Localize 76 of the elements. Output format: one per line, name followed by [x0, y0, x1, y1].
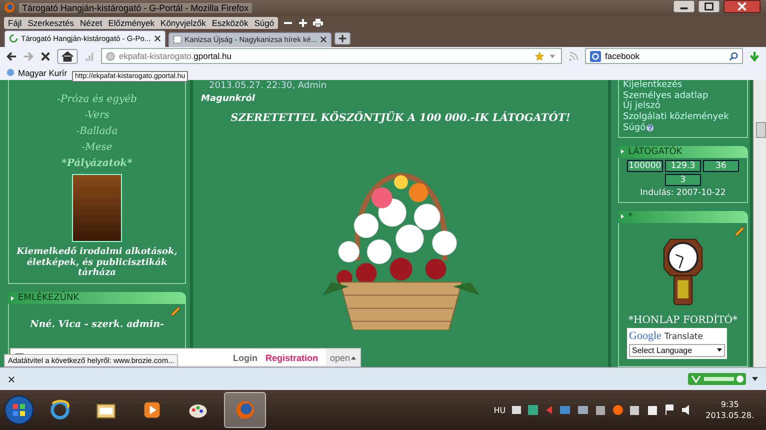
clock-date[interactable]: 2013.05.28.: [706, 411, 754, 420]
signal-bars-icon: [84, 50, 95, 62]
start-date-text: Indulás: 2007-10-22: [640, 188, 726, 198]
visitor-counter: 129.3: [665, 160, 701, 172]
menu-item[interactable]: Előzmények: [108, 18, 155, 28]
bookmark-link[interactable]: Magyar Kurír: [6, 68, 68, 78]
pencil-icon[interactable]: [734, 226, 745, 237]
caption-text: Kiemelkedő irodalmi alkotások, életképek, és publicisztikák tárháza: [16, 246, 178, 280]
translator-heading: *HONLAP FORDÍTÓ*: [628, 314, 738, 326]
article-title: Magunkról: [201, 94, 256, 104]
box-title: *: [628, 212, 632, 222]
menu-item[interactable]: Fájl: [8, 18, 22, 28]
new-tab-icon[interactable]: [334, 32, 352, 45]
search-field[interactable]: facebook: [585, 48, 743, 64]
user-menu-link[interactable]: Új jelszó: [623, 101, 743, 112]
post-meta: 2013.05.27. 22:30, Admin: [208, 80, 328, 91]
language-select[interactable]: Select Language: [629, 344, 725, 357]
open-button[interactable]: open: [326, 349, 360, 366]
globe-icon: [106, 52, 115, 61]
headline-text: SZERETETTEL KÖSZÖNTJÜK A 100 000.-IK LÁTOGATÓT!: [230, 112, 570, 124]
translate-label: Translate: [664, 332, 703, 342]
pencil-icon[interactable]: [170, 306, 181, 318]
close-icon[interactable]: [8, 376, 15, 383]
system-tray-icons[interactable]: [512, 404, 692, 416]
google-logo: Google: [629, 330, 662, 342]
visitor-counter: 100000: [627, 160, 663, 172]
scrollbar[interactable]: [753, 80, 766, 368]
menu-item[interactable]: Súgó: [254, 18, 274, 28]
box-title: LÁTOGATÓK: [628, 146, 682, 157]
memorial-text: Nné. Vica - szerk. admin-: [30, 319, 164, 330]
start-button-icon[interactable]: [4, 395, 34, 426]
search-icon[interactable]: [729, 52, 738, 61]
browser-e-icon: [49, 399, 71, 422]
zoom-in-icon[interactable]: [298, 18, 308, 28]
google-g-icon: [590, 50, 601, 62]
minimize-icon[interactable]: [672, 0, 696, 13]
print-icon[interactable]: [313, 18, 324, 28]
visitor-counter: 3: [665, 174, 701, 186]
stop-icon[interactable]: [40, 50, 51, 62]
address-bar[interactable]: ekpafat-kistarogato.gportal.hu: [101, 48, 562, 64]
user-menu-link[interactable]: Súgó: [623, 123, 743, 134]
menu-item[interactable]: Eszközök: [212, 18, 248, 28]
close-icon[interactable]: [320, 36, 328, 44]
firefox-icon: [234, 399, 256, 422]
pendulum-clock-icon: [663, 236, 703, 307]
menu-item[interactable]: Szerkesztés: [28, 18, 74, 28]
window-title: Tárogató Hangján-kistárogató - G-Portál - Mozilla Firefox: [19, 2, 252, 13]
triangle-icon: [621, 149, 624, 154]
visitor-counter: 36: [703, 160, 739, 172]
security-badge-icon[interactable]: [688, 373, 746, 386]
globe-icon: [6, 68, 15, 78]
book-cover-image: [72, 174, 122, 242]
back-arrow-icon[interactable]: [6, 50, 17, 62]
login-link[interactable]: Login: [232, 352, 258, 363]
download-arrow-icon[interactable]: [749, 50, 760, 62]
dropdown-arrow-icon[interactable]: [752, 377, 758, 382]
user-menu-link[interactable]: Személyes adatlap: [623, 90, 743, 102]
star-icon[interactable]: [535, 52, 544, 61]
maximize-icon[interactable]: [697, 0, 721, 13]
triangle-icon: [621, 214, 624, 220]
user-menu-link[interactable]: Szolgálati közlemények: [623, 112, 743, 124]
caret-icon: [717, 348, 722, 352]
clock-time[interactable]: 9:35: [720, 400, 739, 410]
language-indicator[interactable]: HU: [494, 406, 506, 415]
help-icon: [646, 124, 654, 132]
caret-icon: [351, 356, 356, 360]
registration-link[interactable]: Registration: [265, 352, 318, 363]
home-icon[interactable]: [57, 48, 78, 64]
user-menu-link[interactable]: Kijelentkezés: [623, 80, 743, 91]
firefox-icon: [4, 2, 15, 14]
menu-item[interactable]: Nézet: [80, 18, 102, 28]
close-icon[interactable]: [154, 35, 161, 42]
box-title: EMLÉKEZÜNK: [18, 293, 80, 304]
menu-item[interactable]: Könyvjelzők: [160, 18, 206, 28]
triangle-icon: [11, 296, 14, 301]
close-icon[interactable]: [722, 0, 762, 13]
